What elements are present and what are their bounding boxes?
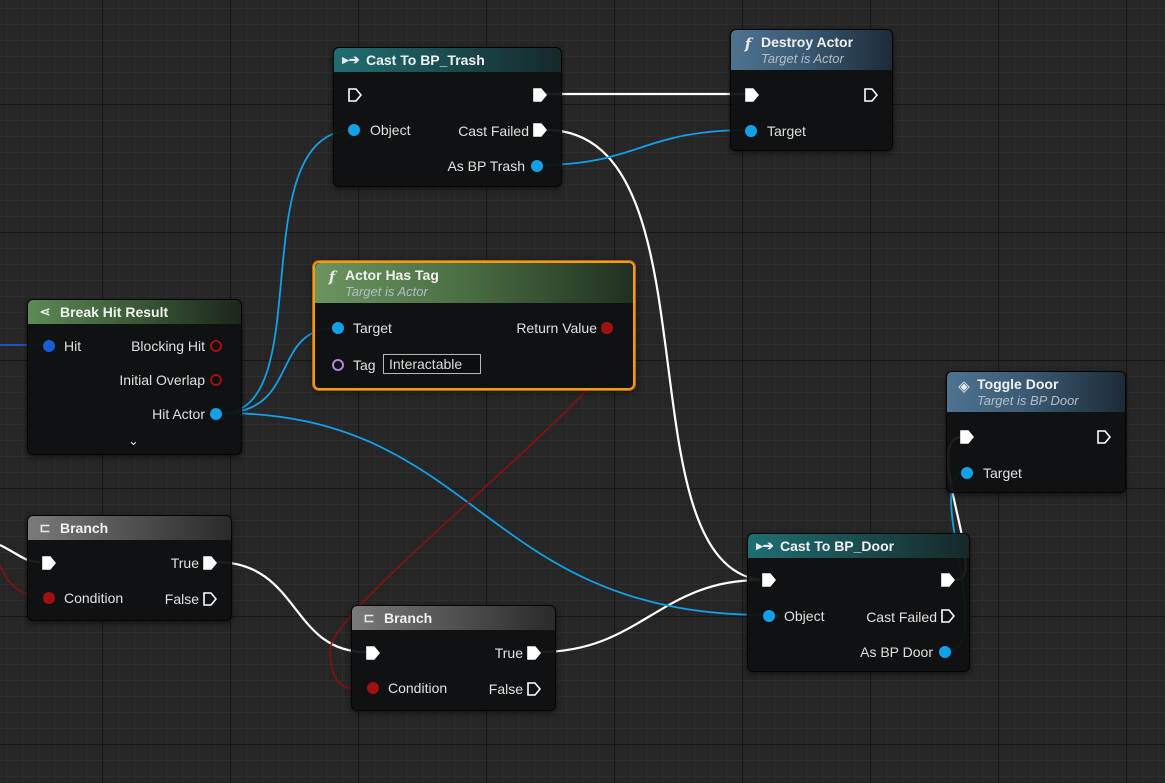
pin-label-tag: Tag [353,357,376,373]
exec-out-pin[interactable] [864,88,878,102]
target-input-pin[interactable] [332,322,344,334]
pin-label-object: Object [370,122,411,138]
pin-label-target: Target [767,123,806,139]
node-cast-to-bp-door[interactable]: ▸➔ Cast To BP_Door Object Cast Failed As… [747,533,970,672]
node-actor-has-tag[interactable]: f Actor Has Tag Target is Actor Target R… [313,261,635,390]
true-exec-pin[interactable] [527,646,541,660]
pin-label-true: True [170,555,199,571]
pin-label-object: Object [784,608,825,624]
exec-out-pin[interactable] [941,573,955,587]
cast-failed-exec-pin[interactable] [941,609,955,623]
exec-wire-branchmid-true[interactable] [539,578,761,654]
tag-input-pin[interactable] [332,359,344,371]
node-toggle-door[interactable]: ◈ Toggle Door Target is BP Door Target [946,371,1126,493]
target-input-pin[interactable] [961,467,973,479]
pin-label-as-bp-trash: As BP Trash [447,158,525,174]
node-header[interactable]: ▸➔ Cast To BP_Trash [334,48,561,72]
node-cast-to-bp-trash[interactable]: ▸➔ Cast To BP_Trash Object Cast Failed A… [333,47,562,187]
object-wire-hitactor-castdoor[interactable] [221,412,767,616]
pin-label-hit-actor: Hit Actor [152,406,205,422]
pin-label-false: False [488,681,523,697]
node-header[interactable]: f Destroy Actor Target is Actor [731,30,892,70]
pin-label-condition: Condition [64,590,124,606]
initial-overlap-output-pin[interactable] [210,374,222,386]
node-subtitle: Target is BP Door [977,393,1079,408]
cast-arrow-icon: ▸➔ [756,538,774,553]
node-header[interactable]: ⊏ Branch [352,606,555,630]
expand-chevron-icon[interactable]: ⌄ [128,433,139,449]
exec-in-pin[interactable] [762,573,776,587]
function-icon: f [328,268,336,286]
function-icon: f [744,35,752,53]
node-subtitle: Target is Actor [761,51,844,66]
blocking-hit-output-pin[interactable] [210,340,222,352]
exec-wire-branchleft-true[interactable] [215,560,367,654]
node-header[interactable]: ⋖ Break Hit Result [28,300,241,324]
node-header[interactable]: f Actor Has Tag Target is Actor [315,263,633,303]
node-title: Cast To BP_Door [780,538,895,554]
exec-out-pin[interactable] [533,88,547,102]
condition-input-pin[interactable] [367,682,379,694]
node-title: Actor Has Tag [345,267,439,283]
pin-label-as-bp-door: As BP Door [860,644,933,660]
exec-in-pin[interactable] [745,88,759,102]
node-title: Toggle Door [977,376,1059,392]
pin-label-blocking-hit: Blocking Hit [131,338,205,354]
object-input-pin[interactable] [348,124,360,136]
pin-label-cast-failed: Cast Failed [866,609,937,625]
pin-label-target: Target [983,465,1022,481]
node-subtitle: Target is Actor [345,284,428,299]
false-exec-pin[interactable] [527,682,541,696]
exec-in-pin[interactable] [42,556,56,570]
as-bp-door-output-pin[interactable] [939,646,951,658]
exec-in-pin[interactable] [366,646,380,660]
branch-icon: ⊏ [363,610,375,625]
branch-icon: ⊏ [39,520,51,535]
node-title: Branch [60,520,109,536]
cast-failed-exec-pin[interactable] [533,123,547,137]
target-input-pin[interactable] [745,125,757,137]
node-destroy-actor[interactable]: f Destroy Actor Target is Actor Target [730,29,893,151]
node-header[interactable]: ◈ Toggle Door Target is BP Door [947,372,1125,412]
custom-event-icon: ◈ [958,377,970,395]
node-branch-left[interactable]: ⊏ Branch True Condition False [27,515,232,621]
node-title: Break Hit Result [60,304,169,320]
true-exec-pin[interactable] [203,556,217,570]
exec-in-pin[interactable] [348,88,362,102]
pin-label-cast-failed: Cast Failed [458,123,529,139]
exec-out-pin[interactable] [1097,430,1111,444]
exec-in-pin[interactable] [960,430,974,444]
tag-name-input[interactable]: Interactable [383,354,481,374]
as-bp-trash-output-pin[interactable] [531,160,543,172]
node-break-hit-result[interactable]: ⋖ Break Hit Result Hit Blocking Hit Init… [27,299,242,455]
break-struct-icon: ⋖ [39,304,51,319]
pin-label-hit: Hit [64,338,82,354]
node-title: Branch [384,610,433,626]
return-value-output-pin[interactable] [601,322,613,334]
condition-input-pin[interactable] [43,592,55,604]
pin-label-false: False [164,591,199,607]
pin-label-initial-overlap: Initial Overlap [119,372,205,388]
object-input-pin[interactable] [763,610,775,622]
false-exec-pin[interactable] [203,592,217,606]
pin-label-condition: Condition [388,680,448,696]
node-title: Destroy Actor [761,34,854,50]
object-wire-astrash-destroy[interactable] [537,129,751,166]
node-branch-mid[interactable]: ⊏ Branch True Condition False [351,605,556,711]
cast-arrow-icon: ▸➔ [342,52,360,67]
pin-label-return-value: Return Value [516,320,597,336]
node-title: Cast To BP_Trash [366,52,485,68]
node-header[interactable]: ▸➔ Cast To BP_Door [748,534,969,558]
pin-label-target: Target [353,320,392,336]
pin-label-true: True [494,645,523,661]
hit-input-pin[interactable] [43,340,55,352]
node-header[interactable]: ⊏ Branch [28,516,231,540]
hit-actor-output-pin[interactable] [210,408,222,420]
